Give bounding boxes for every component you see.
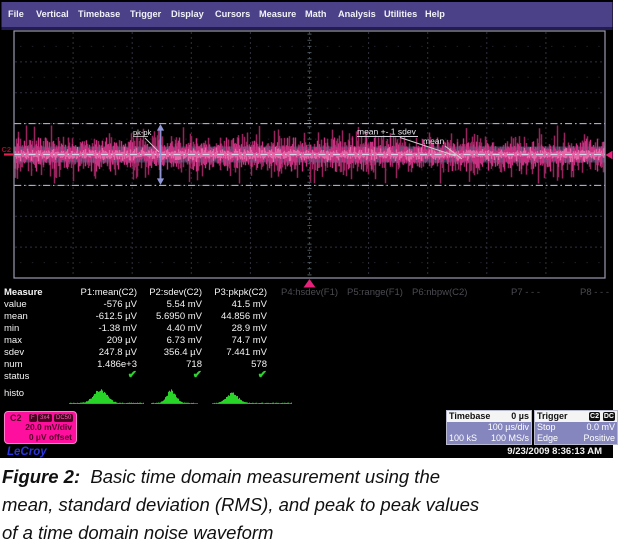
svg-text:mean +- 1 sdev: mean +- 1 sdev [357, 127, 417, 137]
svg-text:pk-pk: pk-pk [133, 128, 152, 137]
svg-text:C2: C2 [2, 145, 12, 154]
svg-text:mean: mean [423, 136, 445, 146]
